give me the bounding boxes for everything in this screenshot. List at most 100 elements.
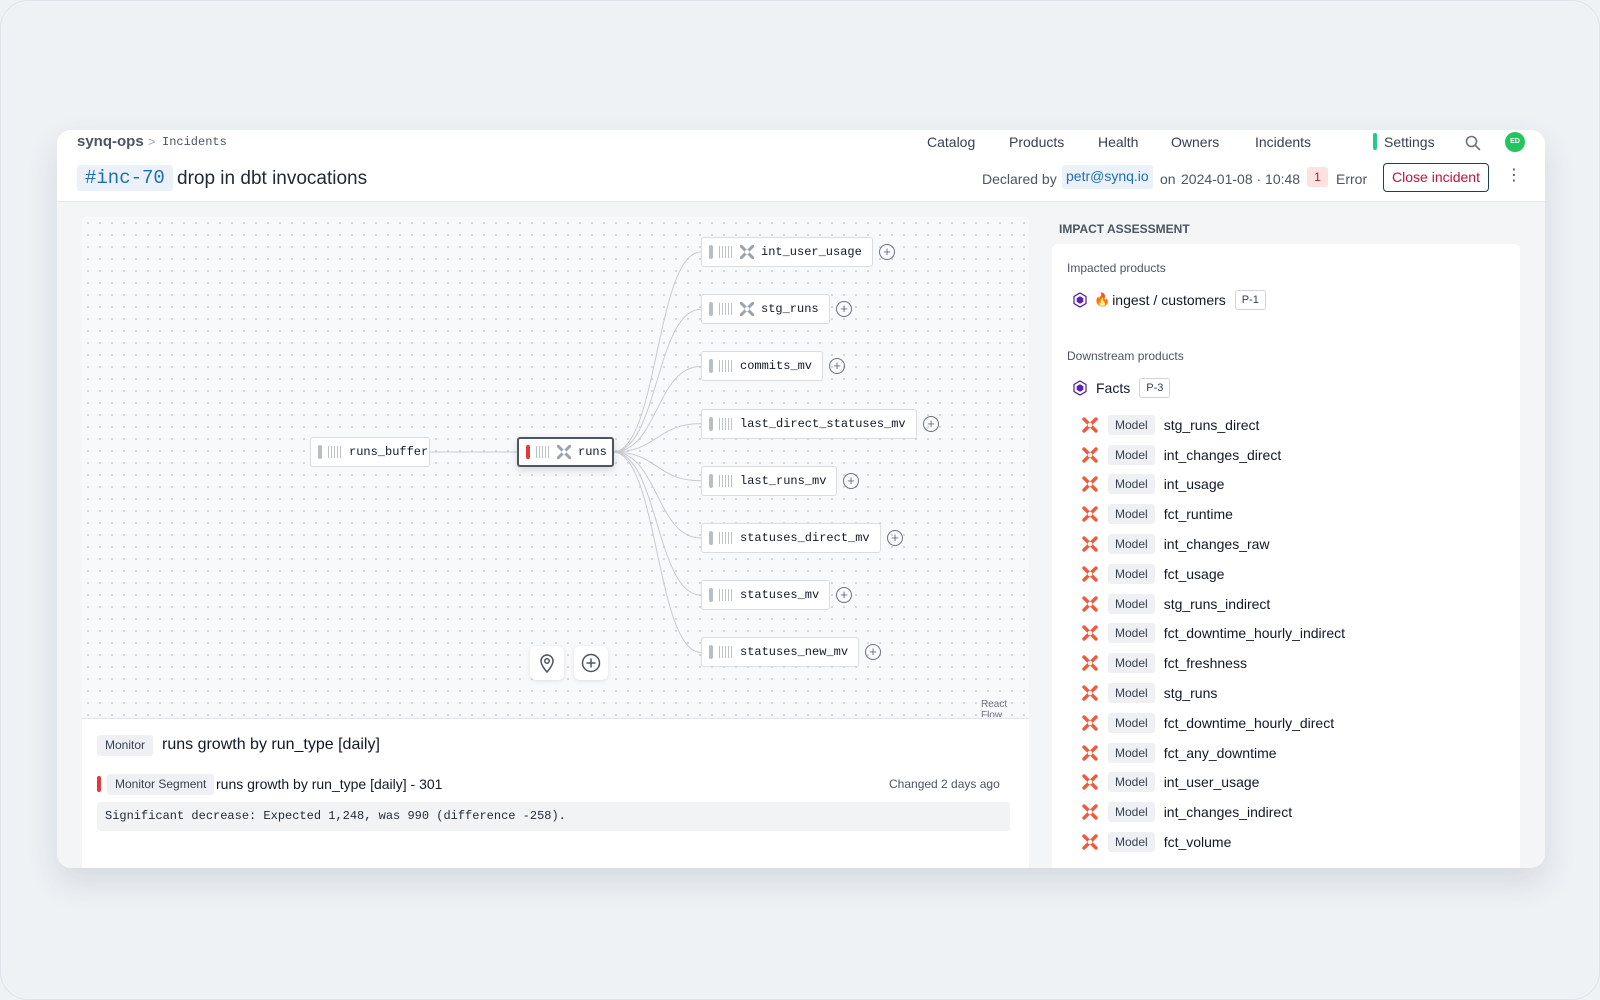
node-status-stripe	[709, 531, 713, 545]
downstream-model-row[interactable]: Model int_usage	[1082, 470, 1512, 500]
table-icon	[719, 303, 733, 316]
downstream-product-name: Facts	[1096, 380, 1131, 396]
model-name: stg_runs_indirect	[1163, 595, 1271, 612]
close-incident-button[interactable]: Close incident	[1383, 163, 1489, 192]
downstream-model-row[interactable]: Model stg_runs_direct	[1082, 410, 1512, 440]
segment-status-stripe	[97, 776, 101, 792]
impacted-product-name: ingest / customers	[1112, 292, 1226, 308]
model-name: stg_runs	[1163, 685, 1218, 702]
add-circle-icon[interactable]	[574, 646, 608, 680]
model-type-chip: Model	[1108, 653, 1155, 674]
data-product-icon	[1073, 380, 1087, 396]
downstream-model-row[interactable]: Model int_changes_direct	[1082, 440, 1512, 470]
node-label: statuses_new_mv	[740, 645, 849, 660]
impacted-product-row[interactable]: 🔥 ingest / customers P-1	[1072, 288, 1266, 312]
dbt-model-icon	[1082, 506, 1098, 522]
node-status-stripe	[709, 359, 713, 374]
top-bar: synq-ops > Incidents Catalog Products He…	[57, 130, 1545, 202]
lineage-node-last-direct-statuses-mv[interactable]: last_direct_statuses_mv	[701, 408, 917, 439]
declared-by-user[interactable]: petr@synq.io	[1062, 165, 1153, 189]
nav-products[interactable]: Products	[1009, 134, 1064, 150]
model-name: stg_runs_direct	[1163, 416, 1260, 433]
model-name: fct_downtime_hourly_direct	[1163, 714, 1335, 731]
location-pin-icon[interactable]	[530, 646, 564, 680]
impacted-products-heading: Impacted products	[1067, 261, 1166, 275]
model-name: fct_any_downtime	[1163, 744, 1277, 761]
breadcrumb-separator: >	[148, 134, 156, 149]
downstream-model-row[interactable]: Model fct_runtime	[1082, 499, 1512, 529]
settings-status-indicator	[1373, 133, 1377, 150]
lineage-canvas[interactable]: runs_buffer runs int_user_usage + stg_runs…	[82, 217, 1029, 717]
nav-catalog[interactable]: Catalog	[927, 134, 975, 150]
lineage-node-statuses-mv[interactable]: statuses_mv	[701, 580, 831, 611]
monitor-title[interactable]: runs growth by run_type [daily]	[162, 736, 380, 754]
dbt-model-icon	[1082, 715, 1098, 731]
downstream-model-row[interactable]: Model stg_runs	[1082, 678, 1512, 708]
react-flow-attribution[interactable]: React Flow	[981, 699, 1029, 717]
nav-health[interactable]: Health	[1098, 134, 1138, 150]
declared-on-label: on	[1160, 171, 1176, 187]
error-count-badge: 1	[1307, 167, 1328, 187]
downstream-model-row[interactable]: Model fct_downtime_hourly_direct	[1082, 708, 1512, 738]
lineage-node-commits-mv[interactable]: commits_mv	[701, 351, 824, 382]
nav-owners[interactable]: Owners	[1171, 134, 1219, 150]
lineage-node-statuses-new-mv[interactable]: statuses_new_mv	[701, 637, 860, 668]
node-label: statuses_direct_mv	[740, 531, 870, 545]
node-status-stripe	[709, 302, 713, 317]
lineage-node-int-user-usage[interactable]: int_user_usage	[701, 237, 873, 267]
node-label: statuses_mv	[740, 588, 820, 603]
priority-badge: P-3	[1139, 378, 1171, 398]
downstream-model-row[interactable]: Model int_changes_raw	[1082, 529, 1512, 559]
model-type-chip: Model	[1108, 802, 1155, 823]
lineage-node-runs[interactable]: runs	[517, 437, 614, 467]
table-icon	[719, 246, 733, 258]
model-name: fct_freshness	[1163, 655, 1247, 672]
model-type-chip: Model	[1108, 683, 1155, 704]
lineage-node-runs-buffer[interactable]: runs_buffer	[310, 437, 430, 467]
lineage-node-stg-runs[interactable]: stg_runs	[701, 294, 830, 325]
dbt-model-icon	[1082, 744, 1098, 761]
table-icon	[719, 646, 733, 659]
expand-node-icon[interactable]: +	[879, 244, 895, 260]
downstream-model-row[interactable]: Model fct_freshness	[1082, 648, 1512, 678]
downstream-model-row[interactable]: Model fct_volume	[1082, 827, 1512, 857]
node-label: last_direct_statuses_mv	[740, 416, 906, 431]
model-name: int_usage	[1163, 476, 1225, 493]
declared-by-label: Declared by	[982, 171, 1057, 187]
downstream-model-row[interactable]: Model fct_downtime_hourly_indirect	[1082, 619, 1512, 649]
dbt-model-icon	[1082, 625, 1098, 642]
table-icon	[328, 446, 342, 458]
downstream-model-row[interactable]: Model fct_any_downtime	[1082, 738, 1512, 768]
downstream-product-row[interactable]: Facts P-3	[1072, 376, 1171, 400]
error-label: Error	[1336, 171, 1368, 187]
monitor-segment-title[interactable]: runs growth by run_type [daily] - 301	[216, 776, 442, 792]
impact-assessment-card: Impacted products 🔥 ingest / customers P…	[1052, 244, 1520, 868]
expand-node-icon[interactable]: +	[923, 415, 939, 432]
model-type-chip: Model	[1108, 563, 1155, 584]
model-type-chip: Model	[1108, 534, 1155, 555]
nav-incidents[interactable]: Incidents	[1255, 134, 1311, 150]
lineage-node-statuses-direct-mv[interactable]: statuses_direct_mv	[701, 523, 881, 553]
org-name[interactable]: synq-ops	[77, 133, 144, 150]
model-type-chip: Model	[1108, 623, 1155, 644]
expand-node-icon[interactable]: +	[843, 472, 859, 489]
node-label: int_user_usage	[761, 245, 862, 259]
search-icon[interactable]	[1465, 135, 1481, 151]
nav-settings[interactable]: Settings	[1384, 134, 1435, 150]
edge-runs-to-statuses-new-mv	[612, 451, 702, 653]
downstream-model-row[interactable]: Model fct_usage	[1082, 559, 1512, 589]
expand-node-icon[interactable]: +	[887, 530, 903, 546]
downstream-model-row[interactable]: Model int_changes_indirect	[1082, 797, 1512, 827]
dbt-model-icon	[1082, 804, 1098, 820]
breadcrumb-incidents[interactable]: Incidents	[162, 135, 227, 149]
table-icon	[719, 360, 733, 373]
more-options-icon[interactable]: ⋮	[1506, 167, 1522, 185]
downstream-model-row[interactable]: Model stg_runs_indirect	[1082, 589, 1512, 619]
monitor-chip: Monitor	[97, 735, 154, 756]
downstream-model-row[interactable]: Model int_user_usage	[1082, 768, 1512, 798]
user-avatar[interactable]: ED	[1505, 132, 1525, 152]
edge-runs-to-stg-runs	[612, 308, 702, 453]
model-type-chip: Model	[1108, 504, 1155, 525]
lineage-node-last-runs-mv[interactable]: last_runs_mv	[701, 465, 838, 496]
model-name: int_changes_direct	[1163, 446, 1282, 463]
